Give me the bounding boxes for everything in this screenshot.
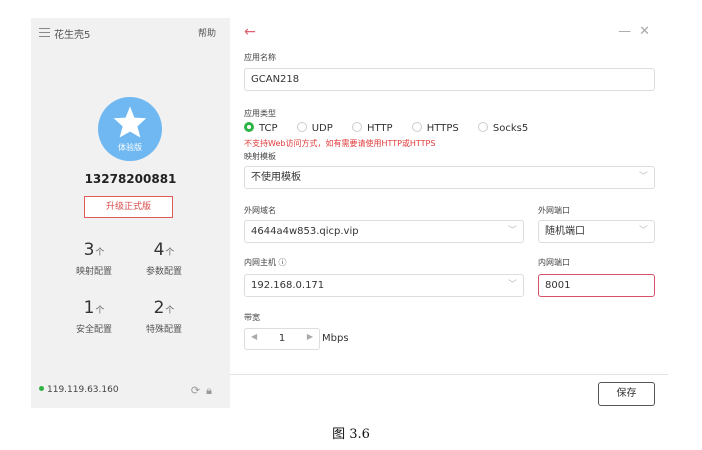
ext-domain-select[interactable]: 4644a4w853.qicp.vip ﹀	[244, 220, 524, 243]
lock-icon[interactable]: 🔒︎	[206, 384, 218, 397]
sidebar-header: 花生壳5 帮助	[39, 26, 222, 42]
stat-label: 特殊配置	[145, 325, 182, 335]
chevron-down-icon: ﹀	[638, 226, 648, 236]
template-label: 映射模板	[244, 152, 276, 161]
app-title: 花生壳5	[54, 30, 91, 41]
stat-value: 4	[153, 240, 165, 260]
ext-domain-label: 外网域名	[244, 206, 276, 215]
star-icon	[113, 106, 147, 138]
account-phone: 13278200881	[84, 172, 177, 186]
stat-params[interactable]: 4个 参数配置	[129, 240, 199, 277]
increment-icon[interactable]: ▶	[307, 332, 313, 341]
radio-unchecked-icon	[351, 122, 362, 132]
stat-unit: 个	[95, 306, 105, 316]
refresh-icon[interactable]: ⟳	[191, 384, 206, 397]
app-type-label: 应用类型	[244, 109, 276, 118]
app-name-label: 应用名称	[244, 53, 276, 62]
status-bar: 119.119.63.160 ⟳🔒︎	[39, 384, 222, 399]
stat-security[interactable]: 1个 安全配置	[59, 298, 129, 335]
stat-mapping[interactable]: 3个 映射配置	[59, 240, 129, 277]
avatar: 体验版	[98, 97, 162, 161]
int-host-value: 192.168.0.171	[251, 280, 325, 291]
online-status-dot	[39, 386, 44, 391]
app-name-input[interactable]: GCAN218	[244, 68, 655, 91]
int-host-select[interactable]: 192.168.0.171 ﹀	[244, 274, 524, 297]
minimize-icon[interactable]: —	[618, 24, 639, 39]
app-type-group: TCP UDP HTTP HTTPS Socks5	[244, 122, 544, 136]
stat-unit: 个	[95, 248, 105, 258]
radio-tcp[interactable]: TCP	[244, 122, 278, 134]
help-link[interactable]: 帮助	[198, 26, 216, 39]
stat-label: 安全配置	[75, 325, 112, 335]
type-warning: 不支持Web访问方式，如有需要请使用HTTP或HTTPS	[244, 139, 436, 148]
stat-value: 3	[83, 240, 95, 260]
window-controls: —✕	[618, 24, 658, 39]
back-arrow-icon[interactable]: ←	[244, 24, 256, 40]
stat-unit: 个	[165, 306, 175, 316]
stat-label: 映射配置	[75, 267, 112, 277]
stat-special[interactable]: 2个 特殊配置	[129, 298, 199, 335]
int-port-input[interactable]: 8001	[538, 274, 655, 297]
chevron-down-icon: ﹀	[507, 226, 517, 236]
upgrade-button[interactable]: 升级正式版	[84, 196, 173, 218]
radio-checked-icon	[244, 122, 254, 132]
stat-unit: 个	[165, 248, 175, 258]
menu-icon[interactable]	[39, 28, 50, 37]
bandwidth-stepper[interactable]: ◀ 1 ▶	[244, 328, 320, 350]
bandwidth-unit: Mbps	[322, 333, 349, 344]
status-icons: ⟳🔒︎	[191, 384, 218, 398]
radio-https[interactable]: HTTPS	[411, 122, 459, 134]
footer-divider	[230, 374, 668, 375]
radio-udp[interactable]: UDP	[296, 122, 333, 134]
trial-badge: 体验版	[118, 143, 142, 152]
radio-http[interactable]: HTTP	[351, 122, 393, 134]
ext-port-label: 外网端口	[538, 206, 570, 215]
radio-socks5[interactable]: Socks5	[477, 122, 528, 134]
sidebar: 花生壳5 帮助 体验版 13278200881 升级正式版 3个 映射配置 4个…	[31, 18, 230, 408]
save-button[interactable]: 保存	[598, 382, 655, 406]
figure-caption: 图 3.6	[332, 427, 370, 442]
int-host-label: 内网主机 ⓘ	[244, 258, 287, 267]
int-port-label: 内网端口	[538, 258, 570, 267]
radio-unchecked-icon	[296, 122, 307, 132]
ext-port-select[interactable]: 随机端口 ﹀	[538, 220, 655, 243]
ext-port-value: 随机端口	[545, 226, 585, 237]
stat-value: 2	[153, 298, 165, 318]
close-icon[interactable]: ✕	[639, 24, 658, 39]
stat-value: 1	[83, 298, 95, 318]
bandwidth-label: 带宽	[244, 313, 260, 322]
radio-unchecked-icon	[477, 122, 488, 132]
ext-domain-value: 4644a4w853.qicp.vip	[251, 226, 359, 237]
template-value: 不使用模板	[251, 172, 301, 183]
chevron-down-icon: ﹀	[507, 280, 517, 290]
radio-unchecked-icon	[411, 122, 422, 132]
info-icon[interactable]: ⓘ	[279, 258, 287, 267]
chevron-down-icon: ﹀	[638, 172, 648, 182]
public-ip: 119.119.63.160	[47, 385, 119, 395]
mapping-dialog: ← —✕ 应用名称 GCAN218 应用类型 TCP UDP HTTP HTTP…	[230, 18, 668, 408]
template-select[interactable]: 不使用模板 ﹀	[244, 166, 655, 189]
stat-label: 参数配置	[145, 267, 182, 277]
